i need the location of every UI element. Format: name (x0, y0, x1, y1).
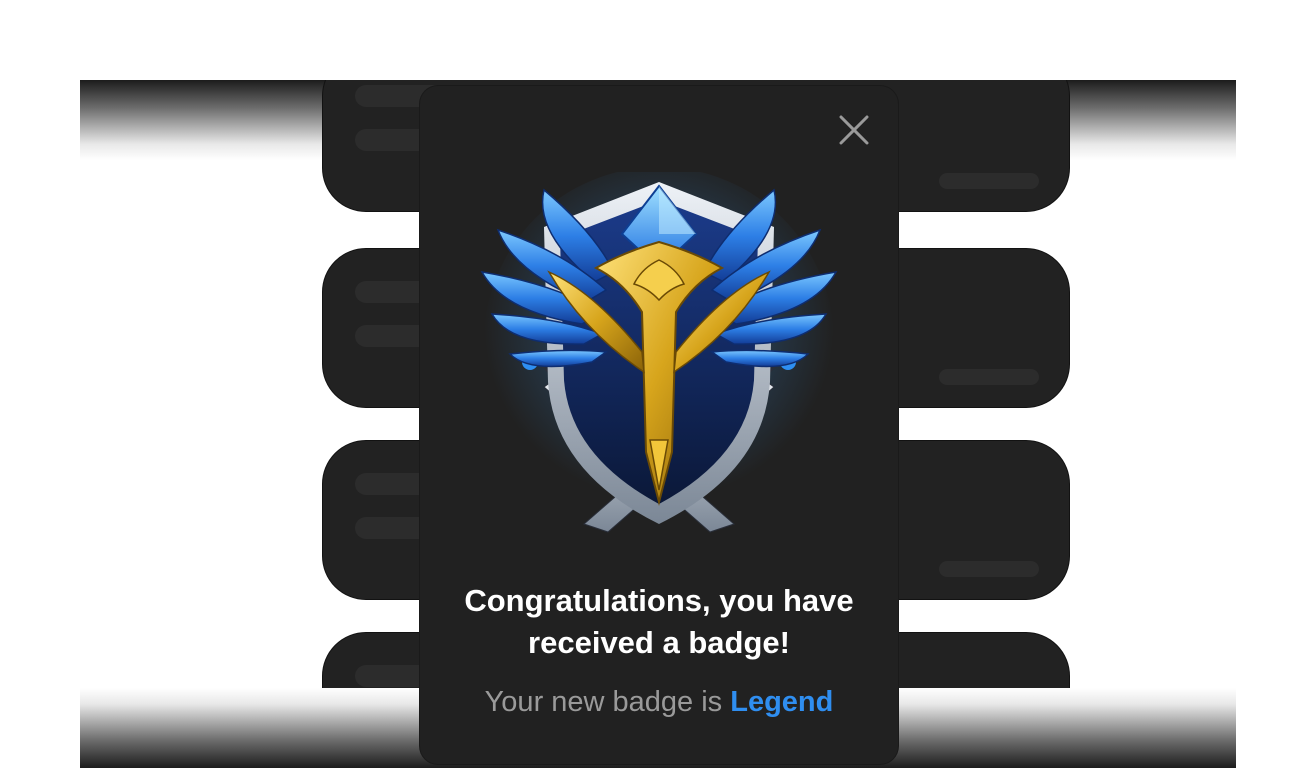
placeholder-line (939, 369, 1039, 385)
badge-award-modal: Congratulations, you have received a bad… (420, 86, 898, 764)
subtitle-prefix: Your new badge is (484, 686, 723, 718)
placeholder-line (939, 561, 1039, 577)
modal-title: Congratulations, you have received a bad… (464, 583, 854, 660)
legend-badge-icon (474, 167, 844, 542)
close-button[interactable] (836, 112, 872, 148)
modal-subtitle: Your new badge is Legend (420, 682, 898, 722)
placeholder-line (939, 173, 1039, 189)
badge-name: Legend (730, 686, 834, 718)
close-icon (839, 115, 869, 145)
